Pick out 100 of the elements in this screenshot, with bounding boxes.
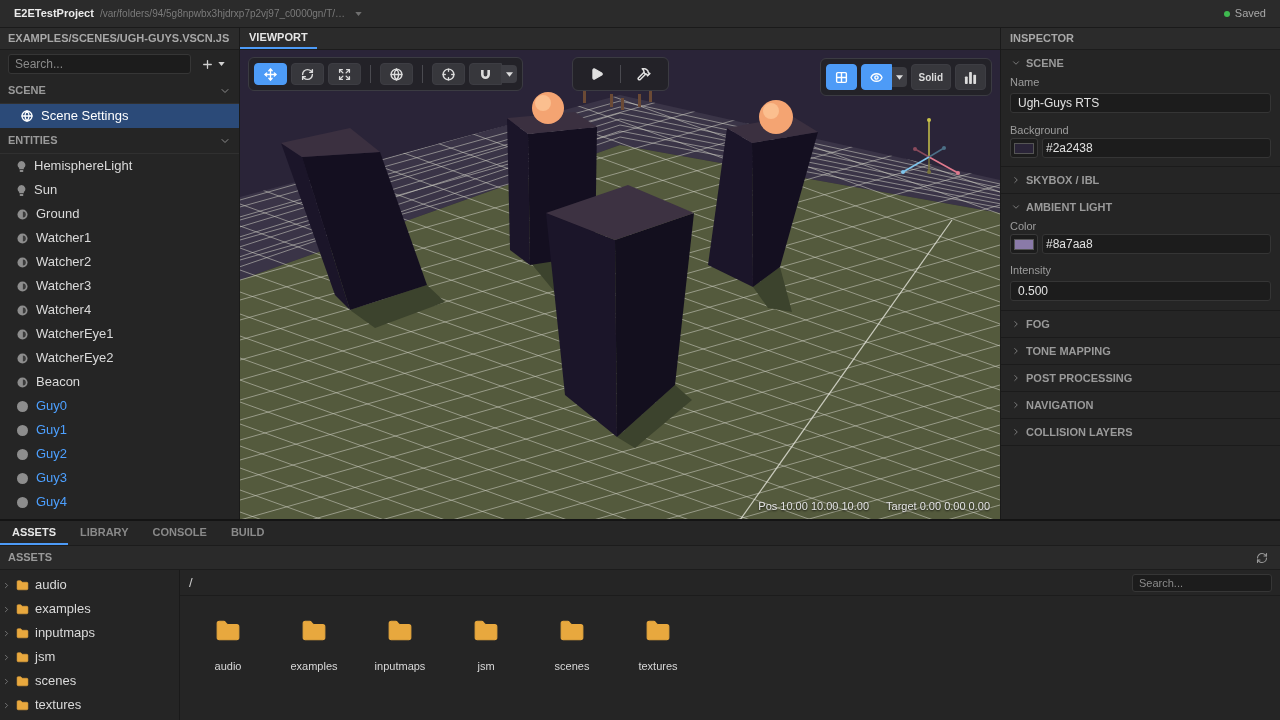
- entity-item[interactable]: Watcher1: [0, 226, 239, 250]
- entity-item[interactable]: Watcher4: [0, 298, 239, 322]
- section-header[interactable]: TONE MAPPING: [1001, 338, 1280, 364]
- folder-tree-item[interactable]: examples: [0, 597, 179, 621]
- axis-gizmo-icon: [898, 115, 962, 177]
- entity-item[interactable]: Guy0: [0, 394, 239, 418]
- shaded-circle-icon: [17, 304, 28, 316]
- folder-tile[interactable]: jsm: [443, 611, 529, 677]
- world-space-button[interactable]: [380, 63, 413, 85]
- folder-tree-item[interactable]: jsm: [0, 645, 179, 669]
- camera-position-text: Pos 10.00 10.00 10.00: [758, 498, 870, 514]
- current-path: /: [189, 573, 193, 592]
- globe-icon: [390, 67, 403, 81]
- field-label: Intensity: [1010, 264, 1052, 277]
- circular-arrows-icon: [301, 67, 314, 81]
- hex-color-field[interactable]: #8a7aa8: [1042, 234, 1271, 254]
- hammer-icon: [637, 67, 651, 81]
- inspector-title: INSPECTOR: [1010, 31, 1074, 47]
- hex-color-field[interactable]: #2a2438: [1042, 138, 1271, 158]
- folder-icon: [16, 602, 29, 616]
- snap-button[interactable]: [469, 63, 502, 85]
- entity-item[interactable]: Scene Settings: [0, 104, 239, 128]
- shaded-circle-icon: [17, 256, 28, 268]
- caret-down-icon: [506, 71, 513, 77]
- folder-icon: [16, 674, 29, 688]
- caret-down-icon: [218, 62, 225, 66]
- shaded-circle-icon: [17, 280, 28, 292]
- entity-item[interactable]: Guy3: [0, 466, 239, 490]
- expand-arrows-icon: [338, 67, 351, 81]
- entity-item[interactable]: Sun: [0, 178, 239, 202]
- save-status: Saved: [1234, 6, 1266, 22]
- entity-item[interactable]: Watcher2: [0, 250, 239, 274]
- shaded-circle-icon: [17, 328, 28, 340]
- entity-item[interactable]: Watcher3: [0, 274, 239, 298]
- folder-tree-item[interactable]: audio: [0, 573, 179, 597]
- eye-icon: [869, 70, 883, 84]
- section-header[interactable]: COLLISION LAYERS: [1001, 419, 1280, 445]
- entity-item[interactable]: WatcherEye1: [0, 322, 239, 346]
- magnet-icon: [479, 67, 492, 81]
- folder-tree-item[interactable]: inputmaps: [0, 621, 179, 645]
- section-header[interactable]: SKYBOX / IBL: [1001, 167, 1280, 193]
- folder-tile[interactable]: scenes: [529, 611, 615, 677]
- entity-item[interactable]: HemisphereLight: [0, 154, 239, 178]
- field-label: Background: [1010, 124, 1070, 137]
- move-tool-button[interactable]: [254, 63, 287, 85]
- section-header[interactable]: SCENE: [1001, 50, 1280, 76]
- folder-tile[interactable]: textures: [615, 611, 701, 677]
- section-header[interactable]: POST PROCESSING: [1001, 365, 1280, 391]
- visibility-button[interactable]: [860, 64, 892, 90]
- move-arrows-icon: [264, 67, 277, 81]
- pivot-button[interactable]: [432, 63, 465, 85]
- shaded-circle-icon: [17, 208, 28, 220]
- stats-button[interactable]: [955, 64, 986, 90]
- section-header[interactable]: FOG: [1001, 311, 1280, 337]
- add-button[interactable]: [201, 57, 225, 71]
- dropdown-button[interactable]: [502, 65, 517, 83]
- folder-tree-item[interactable]: textures: [0, 693, 179, 717]
- folder-icon: [16, 698, 29, 712]
- project-name: E2ETestProject: [14, 6, 94, 22]
- entity-item[interactable]: Guy4: [0, 490, 239, 514]
- folder-icon: [16, 578, 29, 592]
- caret-down-icon: [355, 11, 363, 16]
- search-field[interactable]: Search...: [8, 54, 191, 74]
- camera-target-text: Target 0.00 0.00 0.00: [886, 498, 990, 514]
- folder-icon: [16, 626, 29, 640]
- refresh-icon: [1256, 551, 1268, 564]
- entity-item[interactable]: Guy2: [0, 442, 239, 466]
- project-path: /var/folders/94/5g8npwbx3hjdrxp7p2vj97_c0000gn/T/…: [99, 7, 346, 21]
- folder-tile[interactable]: audio: [185, 611, 271, 677]
- text-field[interactable]: Ugh-Guys RTS: [1010, 93, 1271, 113]
- lightbulb-icon: [17, 160, 26, 172]
- scale-tool-button[interactable]: [328, 63, 361, 85]
- grid-icon: [834, 70, 848, 84]
- panel-tab[interactable]: CONSOLE: [140, 521, 219, 545]
- number-field[interactable]: 0.500: [1010, 281, 1271, 301]
- panel-tab[interactable]: BUILD: [218, 521, 277, 545]
- entity-item[interactable]: Ground: [0, 202, 239, 226]
- play-icon: [590, 67, 604, 81]
- shading-mode-button[interactable]: Solid: [910, 64, 951, 90]
- plus-icon: [201, 57, 214, 71]
- section-header[interactable]: NAVIGATION: [1001, 392, 1280, 418]
- globe-icon: [21, 110, 33, 122]
- folder-tree-item[interactable]: scenes: [0, 669, 179, 693]
- section-header[interactable]: AMBIENT LIGHT: [1001, 194, 1280, 220]
- section-header[interactable]: ENTITIES: [0, 128, 239, 154]
- asset-search-field[interactable]: Search...: [1132, 573, 1272, 592]
- folder-tile[interactable]: examples: [271, 611, 357, 677]
- rotate-tool-button[interactable]: [291, 63, 324, 85]
- shaded-circle-icon: [17, 352, 28, 364]
- panel-tab[interactable]: LIBRARY: [68, 521, 141, 545]
- crosshair-icon: [442, 67, 455, 81]
- entity-item[interactable]: Beacon: [0, 370, 239, 394]
- lightbulb-icon: [17, 184, 26, 196]
- entity-item[interactable]: WatcherEye2: [0, 346, 239, 370]
- folder-icon: [16, 650, 29, 664]
- folder-tile[interactable]: inputmaps: [357, 611, 443, 677]
- entity-item[interactable]: Guy1: [0, 418, 239, 442]
- grid-toggle-button[interactable]: [825, 64, 857, 90]
- field-label: Name: [1010, 76, 1041, 89]
- refresh-button[interactable]: [1256, 551, 1268, 564]
